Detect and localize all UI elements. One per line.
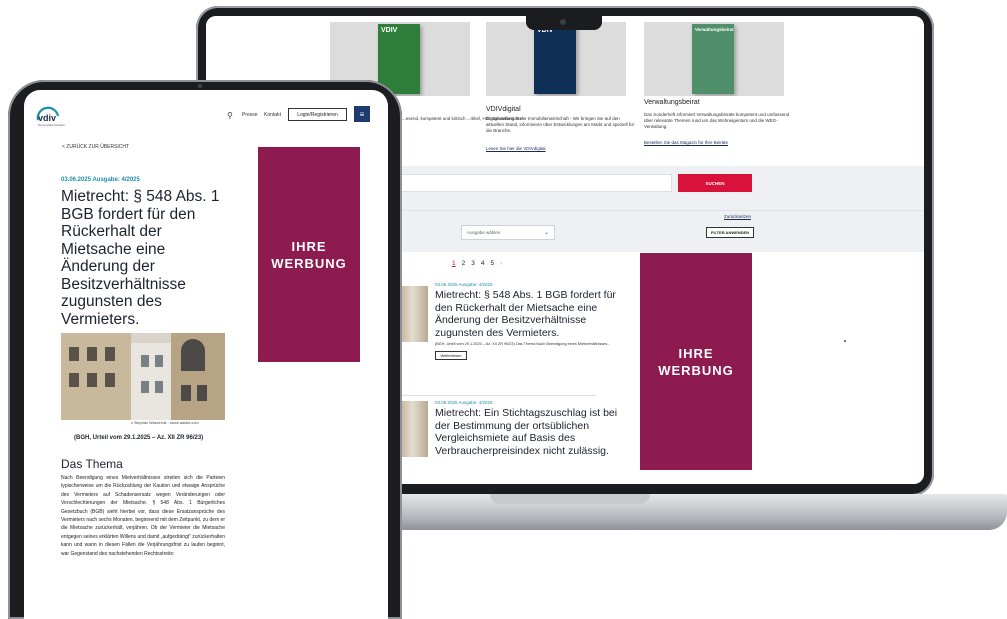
article-thumbnail-2[interactable] — [402, 401, 428, 457]
article-body: Nach Beendigung eines Mietverhältnisses … — [61, 475, 225, 557]
ad-banner[interactable]: IHRE WERBUNG — [640, 253, 752, 470]
magazine-cover-3: Verwaltungsbeirat — [692, 24, 734, 94]
article-meta: 03.06.2025 Ausgabe: 4/2025 — [435, 282, 493, 287]
nav-kontakt[interactable]: Kontakt — [264, 112, 281, 118]
login-button[interactable]: Login/Registrieren — [288, 108, 347, 121]
article-teaser-2: 03.06.2025 Ausgabe: 4/2025 Mietrecht: Ei… — [435, 400, 625, 457]
divider — [402, 395, 596, 396]
reset-link[interactable]: Zurücksetzen — [724, 214, 751, 219]
next-page-icon[interactable]: › — [500, 260, 502, 267]
magazine-link-3[interactable]: Bestellen Sie das Magazin für Ihre Beirä… — [644, 140, 728, 145]
logo-subtitle: Die Immobilienverwalter — [38, 124, 65, 127]
issue-select-value: Ausgabe wählen — [467, 230, 501, 235]
article-excerpt: (BGH, Urteil vom 29.1.2025 – Az. XII ZR … — [435, 342, 611, 346]
laptop-base-notch — [490, 494, 650, 504]
section-heading: Das Thema — [61, 457, 123, 471]
article-meta: 03.06.2025 Ausgabe: 4/2025 — [435, 400, 493, 405]
apply-filter-button[interactable]: FILTER ANWENDEN — [706, 227, 754, 238]
article-title[interactable]: Mietrecht: Ein Stichtagszuschlag ist bei… — [435, 407, 625, 457]
nav-presse[interactable]: Presse — [242, 112, 258, 118]
ruling-reference: (BGH, Urteil vom 29.1.2025 – Az. XII ZR … — [74, 435, 204, 441]
magazine-link-2[interactable]: Lesen Sie hier die VDIVdigital — [486, 146, 546, 151]
divider — [844, 340, 846, 342]
page-link-4[interactable]: 4 — [481, 260, 485, 267]
magazine-cover-2: VDIV — [534, 24, 576, 94]
cover-label: Verwaltungsbeirat — [695, 27, 734, 32]
ad-banner[interactable]: IHRE WERBUNG — [258, 147, 360, 362]
pagination: 1 2 3 4 5 › — [452, 260, 502, 267]
page-title: Mietrecht: § 548 Abs. 1 BGB fordert für … — [61, 188, 220, 328]
device-mockup-stage: VDIV ...esend, kompetent und kritisch ..… — [0, 0, 1007, 619]
article-teaser-1: 03.06.2025 Ausgabe: 4/2025 Mietrecht: § … — [435, 282, 625, 360]
laptop-camera-notch — [526, 14, 602, 30]
magazine-title-2: VDIVdigital — [486, 106, 521, 113]
ad-line-2: WERBUNG — [658, 362, 734, 378]
magazine-desc-3: Das Sonderheft informiert Verwaltungsbei… — [644, 112, 790, 129]
page-link-2[interactable]: 2 — [462, 260, 466, 267]
magazine-cover-1: VDIV — [378, 24, 420, 94]
ad-line-2: WERBUNG — [271, 255, 347, 271]
cover-label: VDIV — [381, 27, 398, 34]
page-link-3[interactable]: 3 — [471, 260, 475, 267]
menu-button[interactable]: ≡ — [354, 106, 370, 122]
page-link-5[interactable]: 5 — [491, 260, 495, 267]
ad-line-1: IHRE — [678, 345, 714, 361]
hamburger-icon: ≡ — [359, 109, 365, 119]
search-icon[interactable]: ⚲ — [227, 111, 233, 120]
article-thumbnail-1[interactable] — [402, 286, 428, 342]
page-link-1[interactable]: 1 — [452, 260, 456, 267]
magazine-card-2[interactable]: VDIV — [486, 22, 626, 96]
logo-text: vdiv — [38, 113, 57, 123]
article-photo — [61, 333, 225, 420]
magazine-desc-2: Digitalisierung in der Immobilienwirtsch… — [486, 116, 635, 133]
chevron-down-icon: ⌄ — [543, 230, 549, 236]
camera-icon — [560, 19, 566, 25]
search-button[interactable]: SUCHEN — [678, 174, 752, 192]
magazine-title-3: Verwaltungsbeirat — [644, 99, 700, 106]
magazine-card-3[interactable]: Verwaltungsbeirat — [644, 22, 784, 96]
photo-credit: c Stephan Walochnik - stock.adobe.com — [131, 421, 199, 425]
back-link[interactable]: < ZURÜCK ZUR ÜBERSICHT — [62, 144, 129, 150]
laptop-base — [330, 494, 1007, 530]
issue-select[interactable]: Ausgabe wählen ⌄ — [461, 225, 555, 240]
read-more-button[interactable]: Weiterlesen — [435, 351, 467, 360]
article-title[interactable]: Mietrecht: § 548 Abs. 1 BGB fordert für … — [435, 289, 625, 339]
article-meta: 03.06.2025 Ausgabe: 4/2025 — [61, 177, 140, 183]
ad-line-1: IHRE — [291, 238, 327, 254]
tablet-screen: vdiv Die Immobilienverwalter ⚲ Presse Ko… — [24, 90, 388, 619]
camera-icon — [198, 84, 202, 88]
